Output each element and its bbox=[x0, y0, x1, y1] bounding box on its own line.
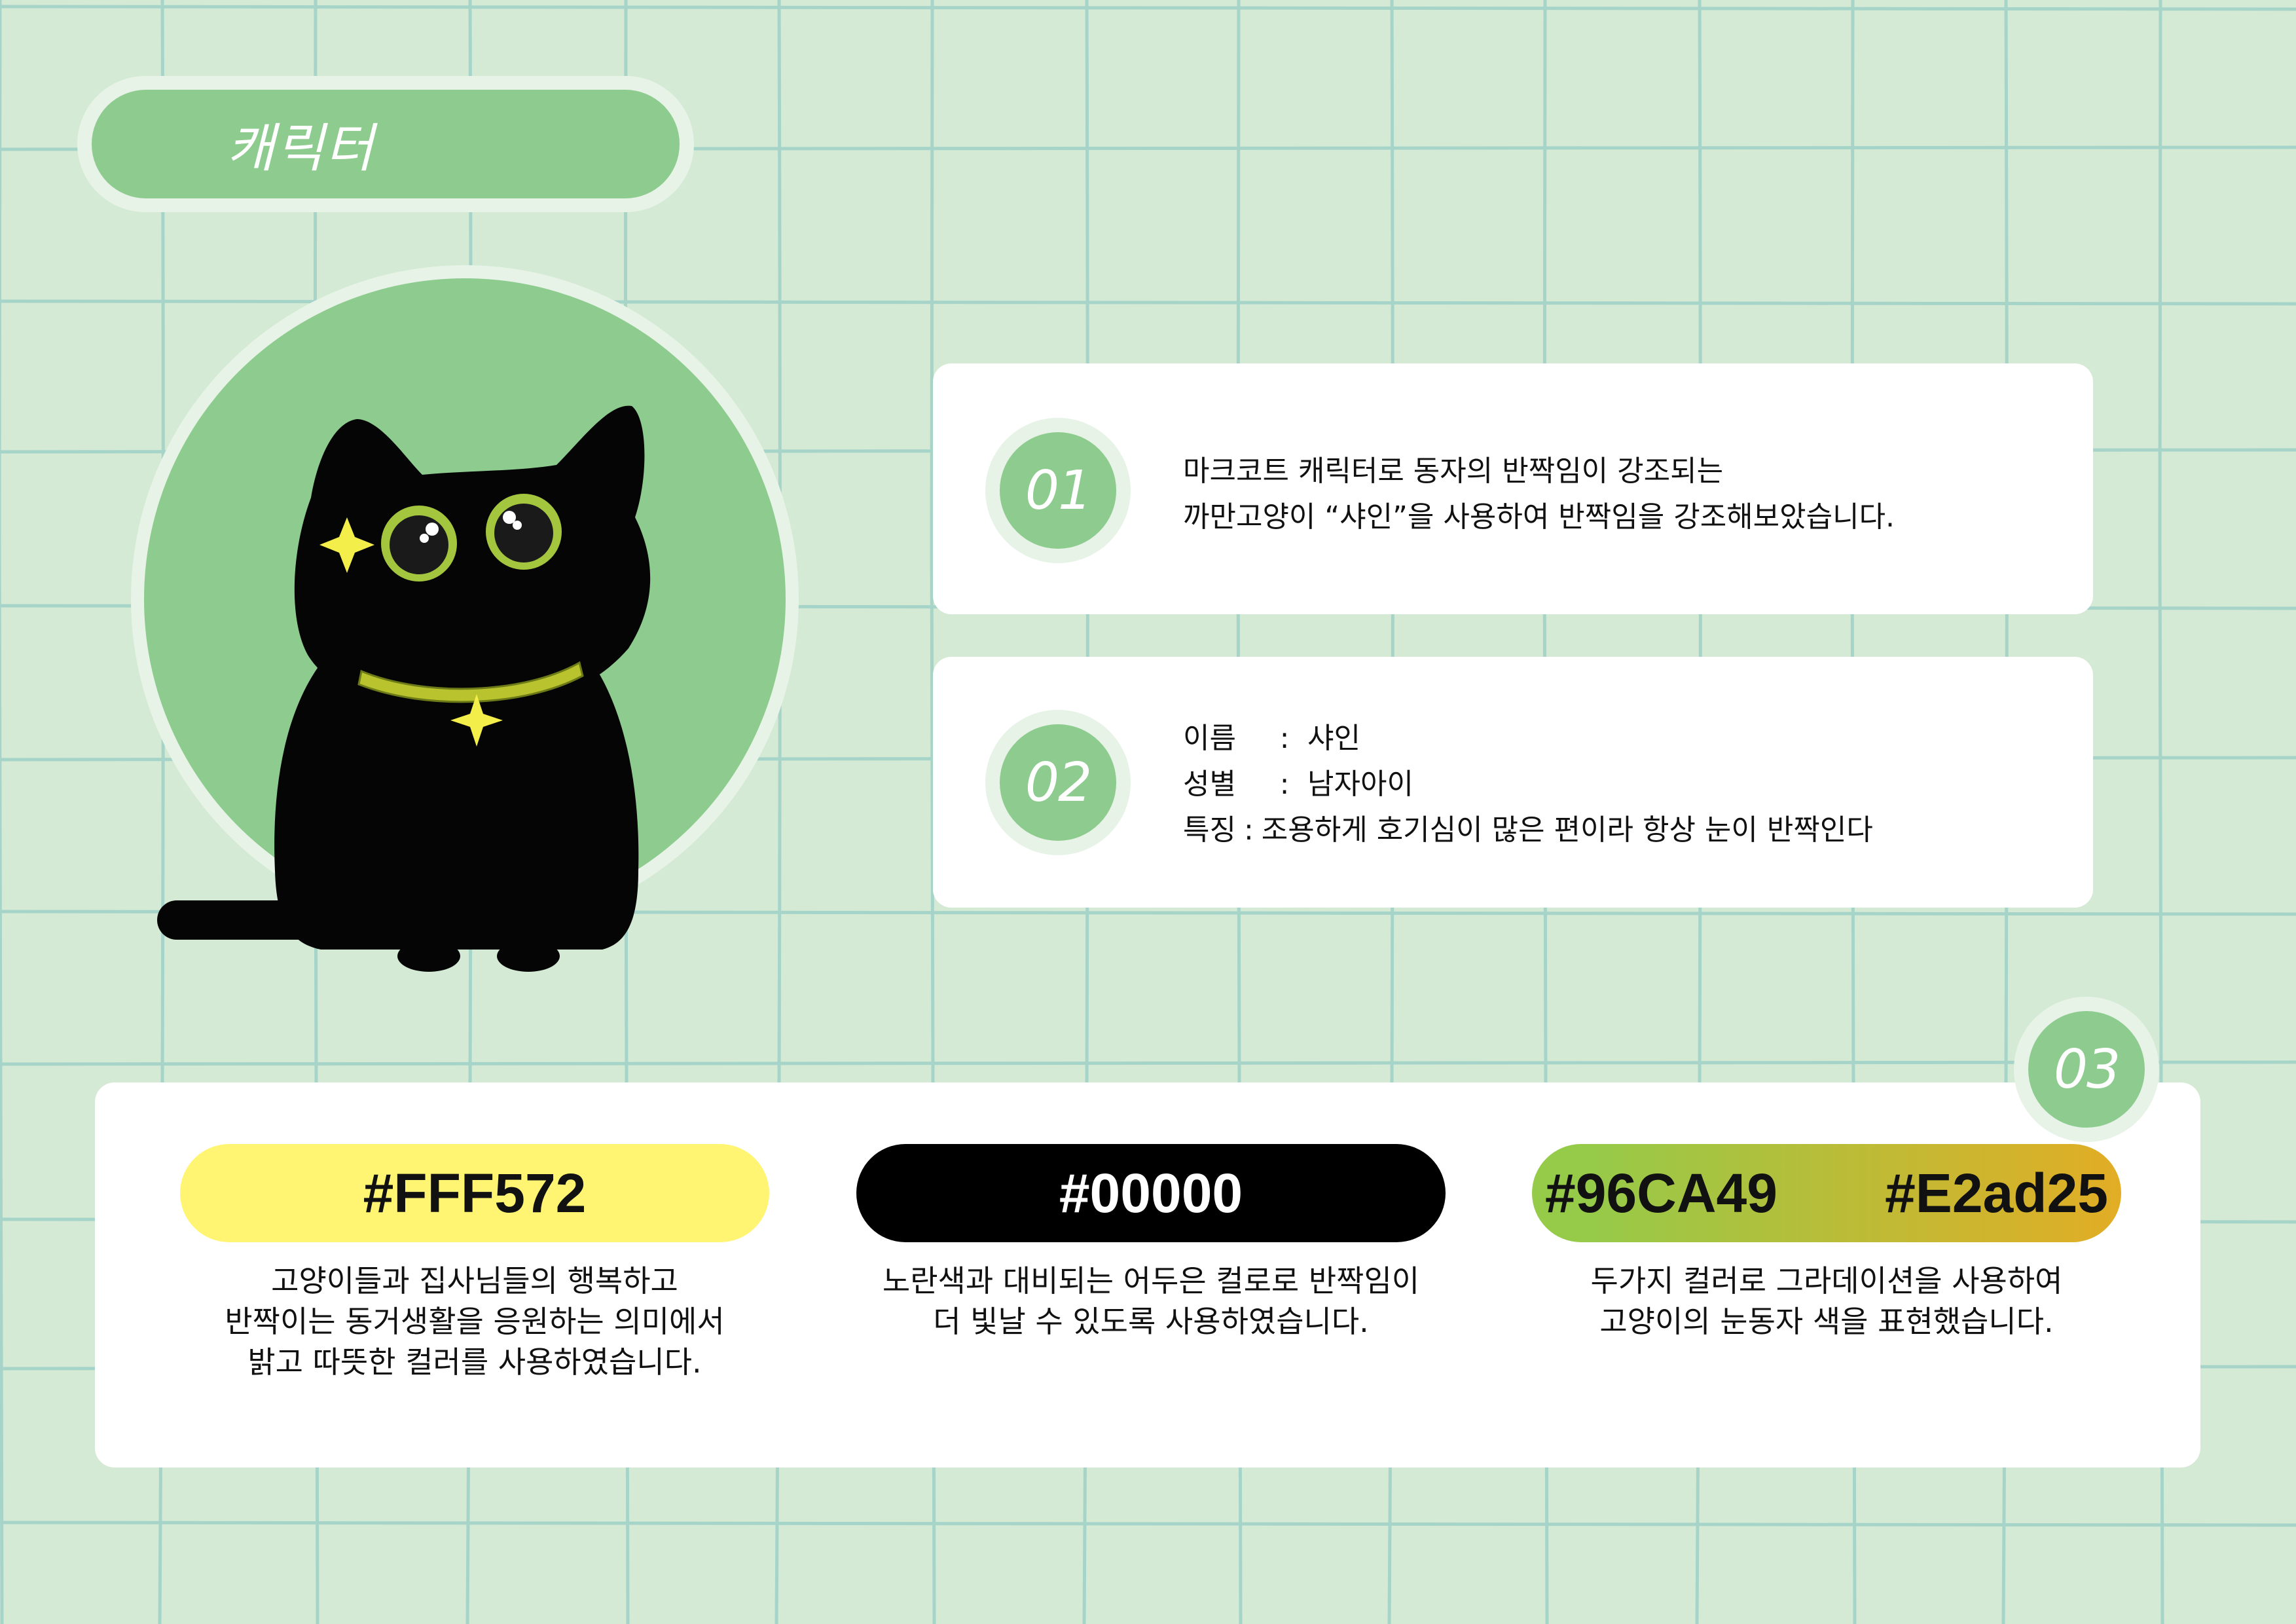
grid-line-horizontal bbox=[0, 4, 2296, 11]
caption-line: 노란색과 대비되는 어두은 컬로로 반짝임이 bbox=[882, 1263, 1420, 1299]
profile-separator: : bbox=[1279, 767, 1290, 801]
number-badge-01: 01 bbox=[985, 418, 1131, 563]
cat-foot-right bbox=[497, 940, 560, 972]
profile-value: 조용하게 호기심이 많은 편이라 항상 눈이 반짝인다 bbox=[1261, 813, 1873, 847]
title-pill: 캐릭터 bbox=[92, 90, 680, 198]
grid-line-horizontal bbox=[0, 1060, 2296, 1067]
info-card-02: 02 이름 : 샤인 성별 : 남자아이 특징 : 조용하게 호기심이 많은 편… bbox=[933, 657, 2093, 908]
badge-number: 01 bbox=[1025, 459, 1092, 522]
profile-key: 성별 bbox=[1183, 767, 1236, 801]
caption-line: 고양이들과 집사님들의 행복하고 bbox=[271, 1263, 678, 1299]
profile-value: 남자아이 bbox=[1307, 767, 1413, 801]
number-badge-02: 02 bbox=[985, 710, 1131, 855]
swatch-yellow: #FFF572 bbox=[180, 1144, 769, 1242]
profile-row-name: 이름 : 샤인 bbox=[1183, 716, 1873, 762]
description-line: 까만고양이 “샤인”을 사용하여 반짝임을 강조해보았습니다. bbox=[1183, 500, 1895, 534]
page-title: 캐릭터 bbox=[226, 118, 375, 179]
profile-key: 이름 bbox=[1183, 722, 1236, 755]
profile-row-trait: 특징 : 조용하게 호기심이 많은 편이라 항상 눈이 반짝인다 bbox=[1183, 807, 1873, 853]
info-card-01: 01 마크코트 캐릭터로 동자의 반짝임이 강조되는 까만고양이 “샤인”을 사… bbox=[933, 363, 2093, 614]
profile-row-gender: 성별 : 남자아이 bbox=[1183, 762, 1873, 807]
cat-illustration bbox=[131, 265, 799, 972]
number-badge-03: 03 bbox=[2014, 997, 2159, 1142]
caption-line: 더 빛날 수 있도록 사용하였습니다. bbox=[933, 1304, 1369, 1339]
cat-foot-left bbox=[397, 940, 460, 972]
badge-number: 03 bbox=[2053, 1038, 2121, 1101]
swatch-label-orange: #E2ad25 bbox=[1885, 1162, 2108, 1224]
profile-separator: : bbox=[1279, 722, 1290, 755]
grid-line-vertical bbox=[0, 0, 4, 1624]
grid-line-horizontal bbox=[0, 1520, 2296, 1527]
swatch-label-green: #96CA49 bbox=[1545, 1162, 1777, 1224]
profile-key: 특징 bbox=[1183, 813, 1236, 847]
caption-line: 밝고 따뜻한 컬러를 사용하였습니다. bbox=[247, 1344, 702, 1380]
swatch-caption-yellow: 고양이들과 집사님들의 행복하고 반짝이는 동거생활을 응원하는 의미에서 밝고… bbox=[147, 1261, 802, 1382]
swatch-caption-black: 노란색과 대비되는 어두은 컬로로 반짝임이 더 빛날 수 있도록 사용하였습니… bbox=[824, 1261, 1478, 1342]
card-description: 마크코트 캐릭터로 동자의 반짝임이 강조되는 까만고양이 “샤인”을 사용하여… bbox=[1183, 449, 1895, 540]
description-line: 마크코트 캐릭터로 동자의 반짝임이 강조되는 bbox=[1183, 454, 1724, 488]
swatch-gradient: #96CA49 #E2ad25 bbox=[1532, 1144, 2121, 1242]
caption-line: 반짝이는 동거생활을 응원하는 의미에서 bbox=[225, 1304, 725, 1339]
swatch-black: #00000 bbox=[856, 1144, 1446, 1242]
profile-separator: : bbox=[1243, 813, 1254, 847]
caption-line: 고양이의 눈동자 색을 표현했습니다. bbox=[1599, 1304, 2054, 1339]
profile-list: 이름 : 샤인 성별 : 남자아이 특징 : 조용하게 호기심이 많은 편이라 … bbox=[1183, 716, 1873, 853]
badge-number: 02 bbox=[1025, 751, 1092, 814]
profile-value: 샤인 bbox=[1307, 722, 1360, 755]
swatch-caption-gradient: 두가지 컬러로 그라데이션을 사용하여 고양이의 눈동자 색을 표현했습니다. bbox=[1499, 1261, 2154, 1342]
caption-line: 두가지 컬러로 그라데이션을 사용하여 bbox=[1590, 1263, 2063, 1299]
